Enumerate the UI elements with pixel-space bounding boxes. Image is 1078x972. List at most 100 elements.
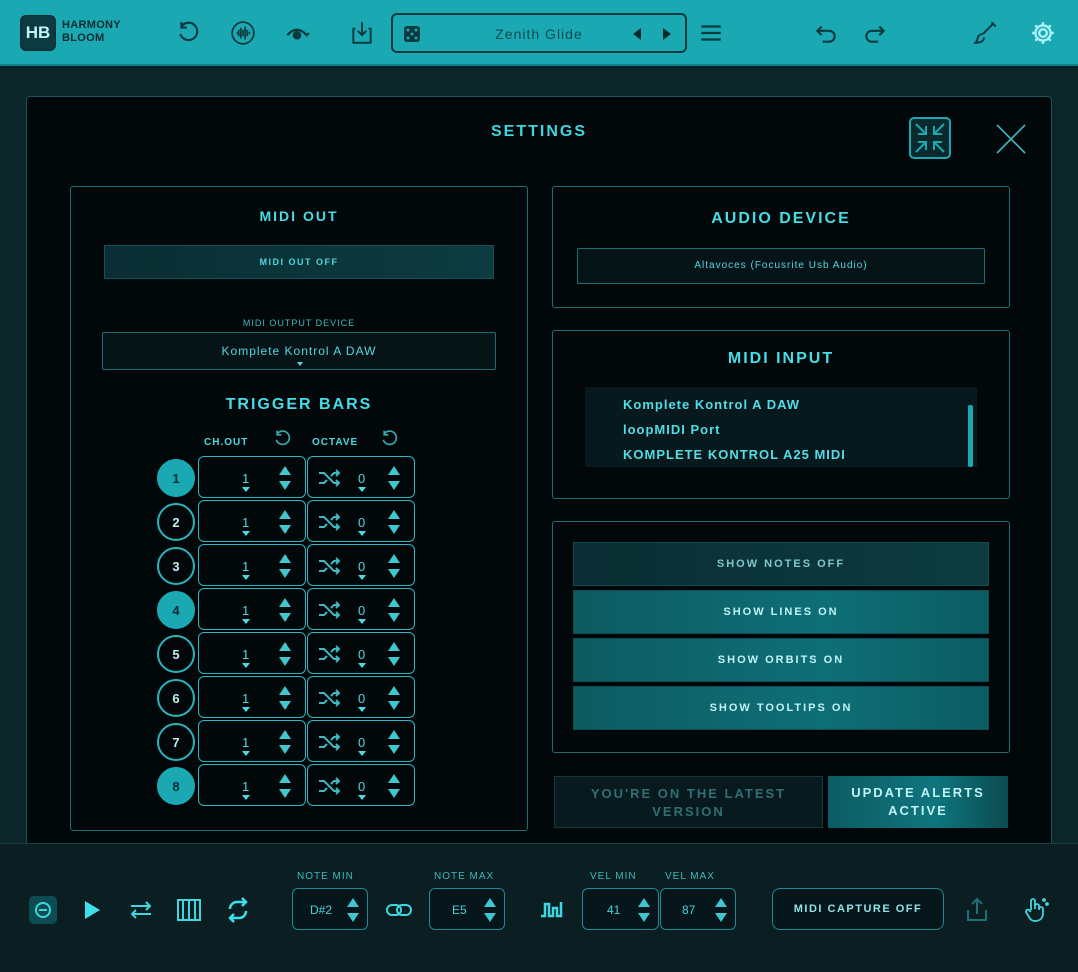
menu-icon[interactable] <box>696 18 726 48</box>
octave-label: OCTAVE <box>312 437 359 448</box>
note-min-stepper[interactable]: D#2 <box>292 888 368 930</box>
audio-device-select[interactable]: Altavoces (Focusrite Usb Audio) <box>577 248 985 284</box>
spin-arrows-icon[interactable] <box>388 554 400 578</box>
ch-out-stepper[interactable]: 1 <box>198 500 306 542</box>
midi-out-panel: MIDI OUT MIDI OUT OFF MIDI OUTPUT DEVICE… <box>70 186 528 831</box>
trigger-bar-number[interactable]: 2 <box>157 503 195 541</box>
midi-input-item[interactable]: KOMPLETE KONTROL A25 MIDI <box>623 447 846 462</box>
waveform-icon[interactable] <box>228 18 258 48</box>
midi-output-device-select[interactable]: Komplete Kontrol A DAW <box>102 332 496 370</box>
spin-arrows-icon[interactable] <box>279 466 291 490</box>
chevron-down-icon <box>297 362 303 366</box>
midi-input-item[interactable]: Komplete Kontrol A DAW <box>623 397 800 412</box>
download-icon[interactable] <box>347 18 377 48</box>
show-lines-toggle[interactable]: SHOW LINES ON <box>573 590 989 634</box>
spin-arrows-icon[interactable] <box>388 466 400 490</box>
octave-stepper[interactable]: 0 <box>307 456 415 498</box>
ch-out-stepper[interactable]: 1 <box>198 720 306 762</box>
shuffle-icon[interactable] <box>318 557 340 575</box>
play-icon[interactable] <box>78 896 106 924</box>
update-alerts-button[interactable]: UPDATE ALERTS ACTIVE <box>828 776 1008 828</box>
collapse-icon[interactable] <box>908 116 952 160</box>
ch-out-stepper[interactable]: 1 <box>198 588 306 630</box>
chevron-down-icon <box>242 575 250 580</box>
octave-stepper[interactable]: 0 <box>307 544 415 586</box>
spin-arrows-icon[interactable] <box>279 686 291 710</box>
spin-arrows-icon[interactable] <box>279 642 291 666</box>
link-toggle-icon[interactable] <box>29 896 57 924</box>
trigger-bar-number[interactable]: 6 <box>157 679 195 717</box>
link-range-icon[interactable] <box>385 896 413 924</box>
velocity-icon[interactable] <box>539 896 567 924</box>
show-tooltips-toggle[interactable]: SHOW TOOLTIPS ON <box>573 686 989 730</box>
spin-arrows-icon[interactable] <box>279 730 291 754</box>
spin-arrows-icon[interactable] <box>279 554 291 578</box>
prev-preset-icon[interactable] <box>631 27 643 41</box>
gesture-hand-icon[interactable] <box>1022 896 1050 924</box>
eye-arc-icon[interactable] <box>282 18 312 48</box>
show-notes-toggle[interactable]: SHOW NOTES OFF <box>573 542 989 586</box>
shuffle-icon[interactable] <box>318 733 340 751</box>
spin-arrows-icon[interactable] <box>388 642 400 666</box>
export-icon[interactable] <box>963 896 991 924</box>
chevron-down-icon <box>358 707 366 712</box>
shuffle-icon[interactable] <box>318 645 340 663</box>
midi-input-item[interactable]: loopMIDI Port <box>623 422 721 437</box>
shuffle-icon[interactable] <box>318 689 340 707</box>
midi-input-scrollbar[interactable] <box>968 405 973 467</box>
midi-out-toggle[interactable]: MIDI OUT OFF <box>104 245 494 279</box>
midi-capture-button[interactable]: MIDI CAPTURE OFF <box>772 888 944 930</box>
octave-stepper[interactable]: 0 <box>307 676 415 718</box>
undo-icon[interactable] <box>811 18 841 48</box>
chevron-down-icon <box>358 575 366 580</box>
close-icon[interactable] <box>995 123 1027 155</box>
midi-output-device-label: MIDI OUTPUT DEVICE <box>242 318 356 328</box>
trigger-bar-number[interactable]: 1 <box>157 459 195 497</box>
shuffle-icon[interactable] <box>318 513 340 531</box>
redo-icon[interactable] <box>860 18 890 48</box>
octave-stepper[interactable]: 0 <box>307 720 415 762</box>
trigger-bar-number[interactable]: 4 <box>157 591 195 629</box>
octave-stepper[interactable]: 0 <box>307 632 415 674</box>
piano-icon[interactable] <box>175 896 203 924</box>
ch-out-stepper[interactable]: 1 <box>198 456 306 498</box>
next-preset-icon[interactable] <box>661 27 673 41</box>
octave-stepper[interactable]: 0 <box>307 764 415 806</box>
shuffle-icon[interactable] <box>318 601 340 619</box>
brush-icon[interactable] <box>970 18 1000 48</box>
trigger-bar-number[interactable]: 8 <box>157 767 195 805</box>
spin-arrows-icon[interactable] <box>388 730 400 754</box>
swap-icon[interactable] <box>127 896 155 924</box>
reset-octave-icon[interactable] <box>380 429 400 449</box>
spin-arrows-icon[interactable] <box>279 510 291 534</box>
spin-arrows-icon[interactable] <box>388 774 400 798</box>
ch-out-stepper[interactable]: 1 <box>198 632 306 674</box>
shuffle-icon[interactable] <box>318 469 340 487</box>
spin-arrows-icon[interactable] <box>388 598 400 622</box>
spin-arrows-icon[interactable] <box>388 686 400 710</box>
spin-arrows-icon[interactable] <box>388 510 400 534</box>
settings-modal: SETTINGS MIDI OUT MIDI OUT OFF MIDI OUTP… <box>26 96 1052 873</box>
trigger-bar-number[interactable]: 3 <box>157 547 195 585</box>
trigger-bar-row: 510 <box>157 632 417 674</box>
reset-icon[interactable] <box>174 18 204 48</box>
ch-out-stepper[interactable]: 1 <box>198 676 306 718</box>
ch-out-stepper[interactable]: 1 <box>198 764 306 806</box>
vel-max-stepper[interactable]: 87 <box>660 888 736 930</box>
midi-input-list[interactable]: Komplete Kontrol A DAW loopMIDI Port KOM… <box>585 387 977 467</box>
vel-min-stepper[interactable]: 41 <box>582 888 659 930</box>
shuffle-icon[interactable] <box>318 777 340 795</box>
trigger-bar-number[interactable]: 5 <box>157 635 195 673</box>
spin-arrows-icon[interactable] <box>279 598 291 622</box>
spin-arrows-icon[interactable] <box>279 774 291 798</box>
ch-out-stepper[interactable]: 1 <box>198 544 306 586</box>
note-max-stepper[interactable]: E5 <box>429 888 505 930</box>
gear-icon[interactable] <box>1028 18 1058 48</box>
trigger-bar-number[interactable]: 7 <box>157 723 195 761</box>
loop-icon[interactable] <box>224 896 252 924</box>
show-orbits-toggle[interactable]: SHOW ORBITS ON <box>573 638 989 682</box>
octave-stepper[interactable]: 0 <box>307 588 415 630</box>
octave-stepper[interactable]: 0 <box>307 500 415 542</box>
reset-ch-out-icon[interactable] <box>273 429 293 449</box>
preset-selector[interactable]: Zenith Glide <box>391 13 687 53</box>
